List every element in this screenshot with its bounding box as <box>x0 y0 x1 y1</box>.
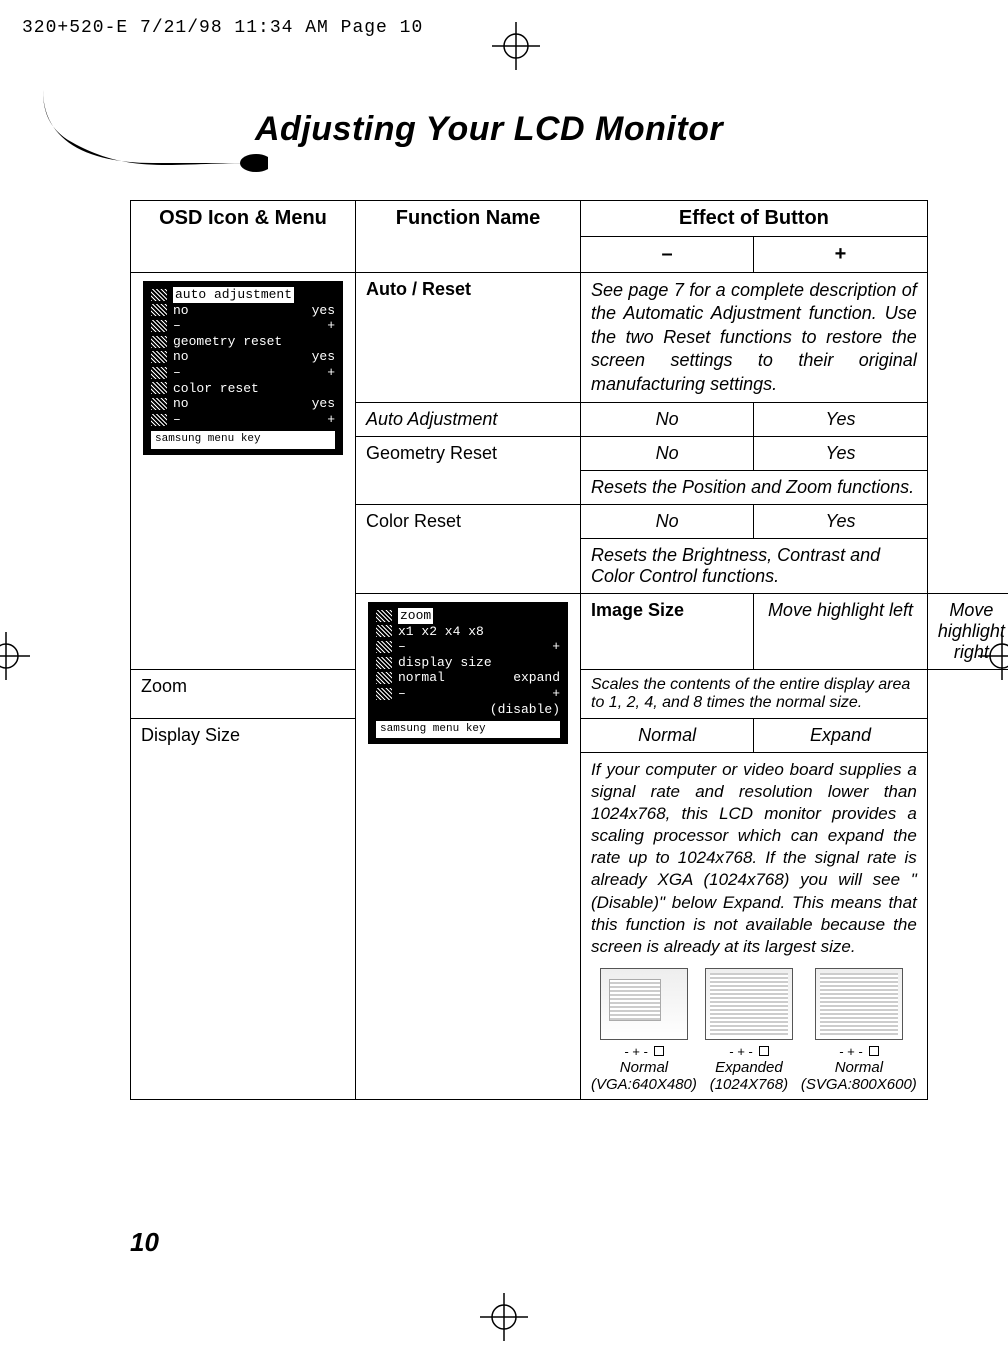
display-size-text: If your computer or video board supplies… <box>591 759 917 958</box>
osd-menu-thumbnail: auto adjustment noyes –+ geometry reset … <box>143 281 343 455</box>
thumbnail-normal-vga <box>600 968 688 1040</box>
osd-table: OSD Icon & Menu Function Name Effect of … <box>130 200 1008 1100</box>
example-normal-svga: - + - Normal (SVGA:800X600) <box>801 968 917 1093</box>
func-auto-adjustment: Auto Adjustment <box>356 402 581 436</box>
osd-thumb-image-size: zoom x1 x2 x4 x8 –+ display size normale… <box>356 593 581 1099</box>
registration-mark-top <box>490 20 542 77</box>
registration-mark-bottom <box>478 1291 530 1343</box>
example-expanded: - + - Expanded (1024X768) <box>705 968 793 1093</box>
func-display-size: Display Size <box>131 718 356 1099</box>
registration-mark-left <box>0 630 32 687</box>
func-color-reset: Color Reset <box>356 504 581 593</box>
th-effect: Effect of Button <box>581 201 928 237</box>
section-title: Adjusting Your LCD Monitor <box>255 110 723 149</box>
example-normal-vga: - + - Normal (VGA:640X480) <box>591 968 697 1093</box>
thumbnail-normal-svga <box>815 968 903 1040</box>
display-size-examples: - + - Normal (VGA:640X480) - + - Expande… <box>591 968 917 1093</box>
th-minus: – <box>581 237 754 273</box>
desc-display-size: If your computer or video board supplies… <box>581 752 928 1099</box>
desc-auto-reset: See page 7 for a complete description of… <box>581 273 928 403</box>
func-geometry-reset: Geometry Reset <box>356 436 581 504</box>
osd-menu-thumbnail-2: zoom x1 x2 x4 x8 –+ display size normale… <box>368 602 568 744</box>
th-plus: + <box>754 237 928 273</box>
th-osd-icon: OSD Icon & Menu <box>131 201 356 273</box>
thumbnail-expanded <box>705 968 793 1040</box>
func-auto-reset: Auto / Reset <box>356 273 581 403</box>
display-size-plus: Expand <box>754 718 928 752</box>
geo-reset-plus: Yes <box>754 436 928 470</box>
page-number: 10 <box>130 1227 159 1258</box>
color-reset-note: Resets the Brightness, Contrast and Colo… <box>581 538 928 593</box>
geo-reset-minus: No <box>581 436 754 470</box>
image-size-minus: Move highlight left <box>754 593 928 669</box>
func-zoom: Zoom <box>131 669 356 718</box>
auto-adj-minus: No <box>581 402 754 436</box>
auto-adj-plus: Yes <box>754 402 928 436</box>
osd-thumb-auto-reset: auto adjustment noyes –+ geometry reset … <box>131 273 356 670</box>
swoosh-graphic <box>38 85 268 195</box>
th-function: Function Name <box>356 201 581 273</box>
color-reset-plus: Yes <box>754 504 928 538</box>
display-size-minus: Normal <box>581 718 754 752</box>
func-image-size: Image Size <box>581 593 754 669</box>
page-header: 320+520-E 7/21/98 11:34 AM Page 10 <box>22 18 423 38</box>
image-size-plus: Move highlight right <box>927 593 1008 669</box>
desc-zoom: Scales the contents of the entire displa… <box>581 669 928 718</box>
geo-reset-note: Resets the Position and Zoom functions. <box>581 470 928 504</box>
color-reset-minus: No <box>581 504 754 538</box>
